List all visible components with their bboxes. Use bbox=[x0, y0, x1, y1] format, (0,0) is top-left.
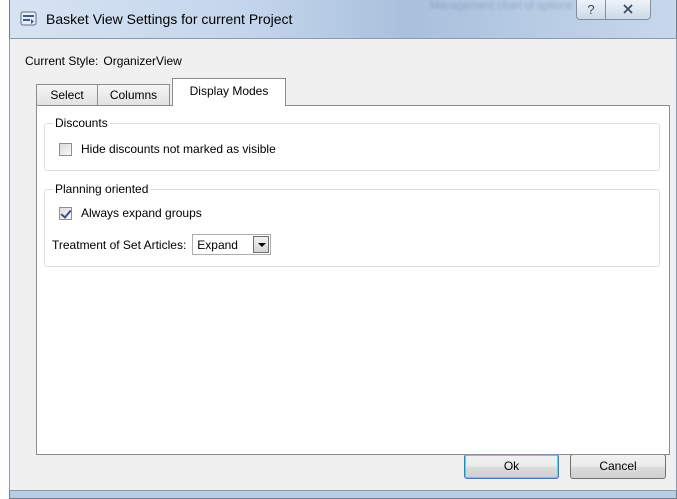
always-expand-label[interactable]: Always expand groups bbox=[81, 206, 202, 220]
tab-columns[interactable]: Columns bbox=[97, 84, 170, 105]
planning-group-title: Planning oriented bbox=[53, 182, 151, 196]
discounts-group: Discounts Hide discounts not marked as v… bbox=[44, 116, 660, 171]
discounts-group-title: Discounts bbox=[53, 116, 110, 130]
help-button[interactable]: ? bbox=[576, 0, 606, 20]
current-style-value: OrganizerView bbox=[103, 54, 182, 68]
basket-app-icon bbox=[20, 11, 37, 26]
current-style: Current Style: OrganizerView bbox=[25, 54, 182, 68]
set-articles-value: Expand bbox=[197, 238, 238, 252]
cancel-button[interactable]: Cancel bbox=[570, 454, 666, 479]
tab-display-modes[interactable]: Display Modes bbox=[172, 78, 286, 106]
always-expand-checkbox[interactable] bbox=[59, 206, 72, 220]
set-articles-label: Treatment of Set Articles: bbox=[52, 237, 187, 252]
display-modes-panel: Discounts Hide discounts not marked as v… bbox=[36, 105, 670, 455]
title-background-text: Management chart of options bbox=[430, 0, 573, 12]
tab-select[interactable]: Select bbox=[36, 84, 98, 105]
set-articles-row: Treatment of Set Articles: Expand bbox=[52, 234, 272, 255]
always-expand-option[interactable]: Always expand groups bbox=[59, 206, 202, 220]
current-style-label: Current Style: bbox=[25, 54, 99, 68]
help-icon: ? bbox=[587, 2, 595, 17]
dialog-client-area: Current Style: OrganizerView Select Colum… bbox=[9, 38, 677, 491]
planning-group: Planning oriented Always expand groups T… bbox=[44, 182, 660, 267]
close-button[interactable] bbox=[605, 0, 651, 20]
hide-discounts-option[interactable]: Hide discounts not marked as visible bbox=[59, 142, 276, 156]
close-icon bbox=[623, 4, 633, 14]
ok-button[interactable]: Ok bbox=[464, 454, 559, 479]
hide-discounts-label[interactable]: Hide discounts not marked as visible bbox=[81, 142, 276, 156]
set-articles-select[interactable]: Expand bbox=[192, 234, 272, 255]
chevron-down-icon[interactable] bbox=[253, 236, 270, 253]
window-title: Basket View Settings for current Project bbox=[46, 11, 293, 27]
title-bar[interactable]: Basket View Settings for current Project… bbox=[10, 0, 676, 38]
hide-discounts-checkbox[interactable] bbox=[59, 142, 72, 156]
